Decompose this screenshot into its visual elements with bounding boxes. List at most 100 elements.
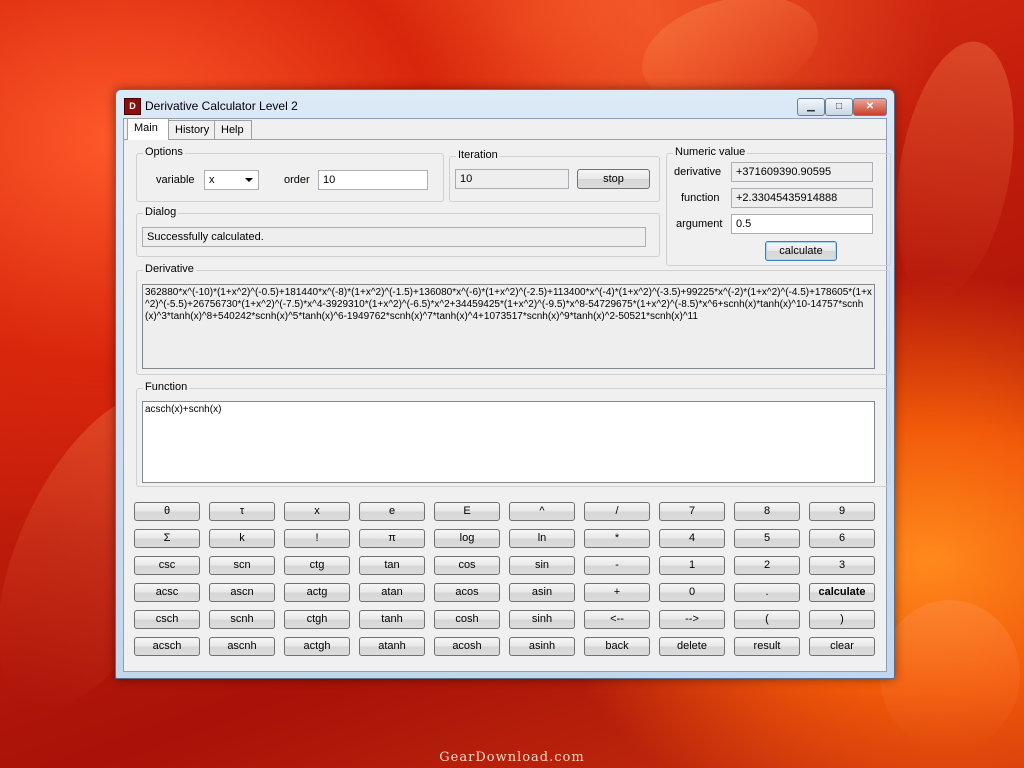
- numeric-value-title: Numeric value: [673, 146, 748, 158]
- key-0-4-button[interactable]: E: [434, 502, 500, 521]
- order-input[interactable]: 10: [318, 170, 428, 190]
- key-3-3-button[interactable]: atan: [359, 583, 425, 602]
- derivative-value: +371609390.90595: [731, 162, 873, 182]
- variable-value: x: [209, 174, 215, 186]
- key-3-7-button[interactable]: 0: [659, 583, 725, 602]
- close-button[interactable]: ✕: [853, 98, 887, 116]
- key-3-1-button[interactable]: ascn: [209, 583, 275, 602]
- key-3-4-button[interactable]: acos: [434, 583, 500, 602]
- tab-help[interactable]: Help: [214, 120, 252, 140]
- variable-label: variable: [156, 174, 195, 186]
- key-3-5-button[interactable]: asin: [509, 583, 575, 602]
- key-1-8-button[interactable]: 5: [734, 529, 800, 548]
- options-title: Options: [143, 146, 185, 158]
- key-4-3-button[interactable]: tanh: [359, 610, 425, 629]
- maximize-button[interactable]: □: [825, 98, 853, 116]
- key-3-8-button[interactable]: .: [734, 583, 800, 602]
- key-0-9-button[interactable]: 9: [809, 502, 875, 521]
- key-4-7-button[interactable]: -->: [659, 610, 725, 629]
- key-2-0-button[interactable]: csc: [134, 556, 200, 575]
- key-1-2-button[interactable]: !: [284, 529, 350, 548]
- key-1-1-button[interactable]: k: [209, 529, 275, 548]
- key-5-8-button[interactable]: result: [734, 637, 800, 656]
- variable-select[interactable]: x: [204, 170, 259, 190]
- key-2-8-button[interactable]: 2: [734, 556, 800, 575]
- key-0-7-button[interactable]: 7: [659, 502, 725, 521]
- title-bar[interactable]: D Derivative Calculator Level 2 ▁ □ ✕: [116, 90, 894, 118]
- key-0-2-button[interactable]: x: [284, 502, 350, 521]
- key-3-0-button[interactable]: acsc: [134, 583, 200, 602]
- key-2-5-button[interactable]: sin: [509, 556, 575, 575]
- app-window: D Derivative Calculator Level 2 ▁ □ ✕ Ma…: [115, 89, 895, 679]
- key-4-4-button[interactable]: cosh: [434, 610, 500, 629]
- key-5-0-button[interactable]: acsch: [134, 637, 200, 656]
- dialog-message: Successfully calculated.: [142, 227, 646, 247]
- minimize-button[interactable]: ▁: [797, 98, 825, 116]
- minimize-icon: ▁: [807, 101, 815, 112]
- key-3-6-button[interactable]: +: [584, 583, 650, 602]
- key-2-4-button[interactable]: cos: [434, 556, 500, 575]
- background-petal: [878, 32, 1024, 308]
- key-1-5-button[interactable]: ln: [509, 529, 575, 548]
- derivative-group: Derivative 362880*x^(-10)*(1+x^2)^(-0.5)…: [136, 263, 890, 375]
- window-title: Derivative Calculator Level 2: [145, 99, 298, 113]
- key-5-6-button[interactable]: back: [584, 637, 650, 656]
- key-0-5-button[interactable]: ^: [509, 502, 575, 521]
- options-group: Options variable x order 10: [136, 146, 444, 202]
- iteration-title: Iteration: [456, 149, 500, 161]
- key-5-1-button[interactable]: ascnh: [209, 637, 275, 656]
- tab-divider: [124, 139, 886, 140]
- key-5-2-button[interactable]: actgh: [284, 637, 350, 656]
- key-0-6-button[interactable]: /: [584, 502, 650, 521]
- key-2-2-button[interactable]: ctg: [284, 556, 350, 575]
- function-input[interactable]: acsch(x)+scnh(x): [142, 401, 875, 483]
- numeric-value-group: Numeric value derivative +371609390.9059…: [666, 146, 891, 266]
- key-4-5-button[interactable]: sinh: [509, 610, 575, 629]
- iteration-group: Iteration 10 stop: [449, 149, 660, 202]
- close-icon: ✕: [865, 101, 875, 112]
- key-1-3-button[interactable]: π: [359, 529, 425, 548]
- derivative-title: Derivative: [143, 263, 196, 275]
- key-5-7-button[interactable]: delete: [659, 637, 725, 656]
- key-1-6-button[interactable]: *: [584, 529, 650, 548]
- key-1-4-button[interactable]: log: [434, 529, 500, 548]
- function-group: Function acsch(x)+scnh(x): [136, 381, 890, 487]
- key-4-9-button[interactable]: ): [809, 610, 875, 629]
- chevron-down-icon: [245, 178, 253, 182]
- key-2-1-button[interactable]: scn: [209, 556, 275, 575]
- derivative-label: derivative: [674, 166, 722, 178]
- key-2-3-button[interactable]: tan: [359, 556, 425, 575]
- function-title: Function: [143, 381, 190, 393]
- key-5-3-button[interactable]: atanh: [359, 637, 425, 656]
- key-1-7-button[interactable]: 4: [659, 529, 725, 548]
- derivative-output[interactable]: 362880*x^(-10)*(1+x^2)^(-0.5)+181440*x^(…: [142, 284, 875, 369]
- argument-input[interactable]: 0.5: [731, 214, 873, 234]
- key-5-5-button[interactable]: asinh: [509, 637, 575, 656]
- key-1-0-button[interactable]: Σ: [134, 529, 200, 548]
- key-3-2-button[interactable]: actg: [284, 583, 350, 602]
- key-0-0-button[interactable]: θ: [134, 502, 200, 521]
- key-4-2-button[interactable]: ctgh: [284, 610, 350, 629]
- key-1-9-button[interactable]: 6: [809, 529, 875, 548]
- key-4-1-button[interactable]: scnh: [209, 610, 275, 629]
- key-3-9-button[interactable]: calculate: [809, 583, 875, 602]
- tab-main[interactable]: Main: [127, 118, 169, 140]
- key-0-3-button[interactable]: e: [359, 502, 425, 521]
- function-value: +2.33045435914888: [731, 188, 873, 208]
- watermark: GearDownload.com: [439, 750, 585, 765]
- key-2-9-button[interactable]: 3: [809, 556, 875, 575]
- key-4-6-button[interactable]: <--: [584, 610, 650, 629]
- key-4-8-button[interactable]: (: [734, 610, 800, 629]
- key-4-0-button[interactable]: csch: [134, 610, 200, 629]
- key-0-8-button[interactable]: 8: [734, 502, 800, 521]
- stop-button[interactable]: stop: [577, 169, 650, 189]
- key-0-1-button[interactable]: τ: [209, 502, 275, 521]
- key-5-9-button[interactable]: clear: [809, 637, 875, 656]
- dialog-group: Dialog Successfully calculated.: [136, 206, 660, 257]
- key-5-4-button[interactable]: acosh: [434, 637, 500, 656]
- numeric-calculate-button[interactable]: calculate: [765, 241, 837, 261]
- key-2-6-button[interactable]: -: [584, 556, 650, 575]
- key-2-7-button[interactable]: 1: [659, 556, 725, 575]
- dialog-title: Dialog: [143, 206, 179, 218]
- tab-history[interactable]: History: [168, 120, 216, 140]
